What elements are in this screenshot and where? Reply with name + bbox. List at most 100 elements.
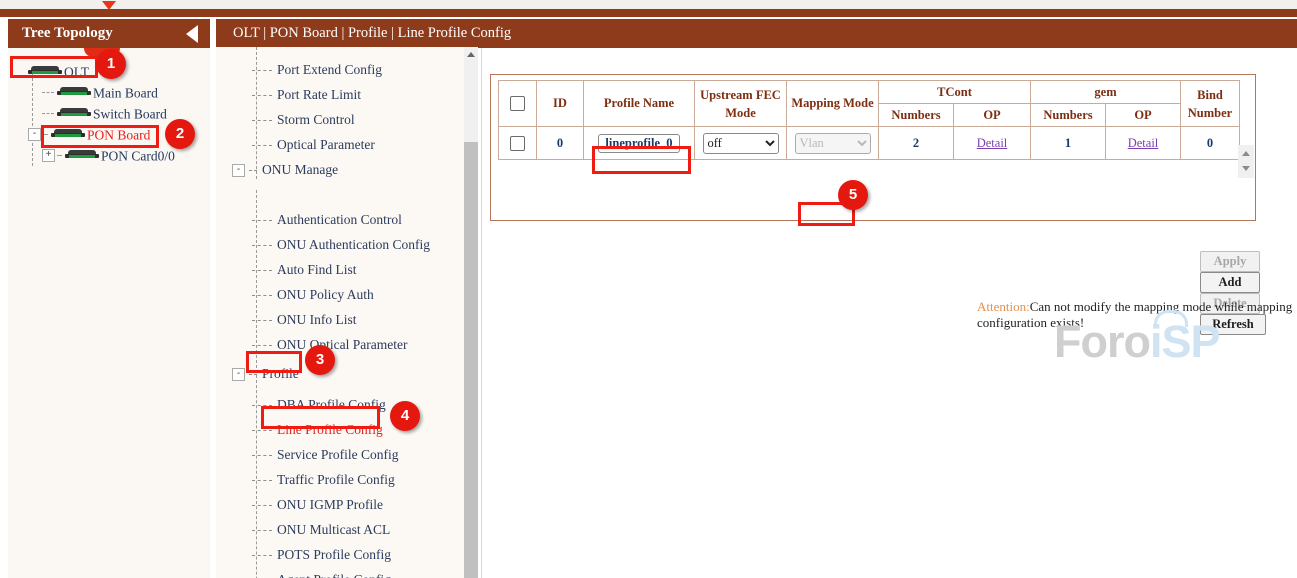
menu-item-onu-manage[interactable]: - ONU Manage [216,157,476,182]
select-all-checkbox[interactable] [510,96,525,111]
table-row-scrollbar[interactable] [1238,145,1254,178]
menu-item-port-rate-limit[interactable]: Port Rate Limit [216,82,476,107]
attention-prefix: Attention: [977,299,1030,314]
annotation-badge-5: 5 [838,180,868,210]
tree-branch-icon [249,374,257,375]
menu-item-label: Traffic Profile Config [277,472,395,487]
device-board-icon [57,87,91,98]
scroll-up-icon[interactable] [467,52,475,57]
add-button[interactable]: Add [1200,272,1260,293]
annotation-highlight-profile [246,351,302,373]
column-header-mapping-mode: Mapping Mode [787,81,879,127]
menu-item-onu-igmp-profile[interactable]: ONU IGMP Profile [216,492,476,517]
tree-branch-icon [57,155,62,156]
menu-item-label: POTS Profile Config [277,547,391,562]
tree-node-label: PON Card0/0 [101,148,175,163]
expand-expander-icon[interactable]: + [42,149,55,162]
tree-branch-icon [252,320,272,321]
tree-branch-icon [252,145,272,146]
collapse-expander-icon[interactable]: - [232,164,245,177]
annotation-badge-2: 2 [165,119,195,149]
menu-item-label: ONU Optical Parameter [277,337,407,352]
annotation-highlight-line-profile-config [261,406,380,429]
top-strip [0,0,1297,9]
tree-node-label: Switch Board [93,106,167,121]
tree-branch-icon [252,270,272,271]
tree-topology-sidebar: Tree Topology OLT Main Board Switch Boar… [8,19,210,578]
row-select-cell [499,127,537,160]
menu-item-authentication-control[interactable]: Authentication Control [216,207,476,232]
menu-item-label: ONU IGMP Profile [277,497,383,512]
table-header-row-1: ID Profile Name Upstream FEC Mode Mappin… [499,81,1240,104]
menu-item-label: Storm Control [277,112,355,127]
cell-gem-op: Detail [1106,127,1181,160]
menu-item-service-profile-config[interactable]: Service Profile Config [216,442,476,467]
menu-item-optical-parameter[interactable]: Optical Parameter [216,132,476,157]
menu-item-label: Port Rate Limit [277,87,361,102]
menu-scrollbar[interactable] [464,47,478,578]
menu-item-storm-control[interactable]: Storm Control [216,107,476,132]
menu-item-label: ONU Manage [262,162,338,177]
tcont-detail-link[interactable]: Detail [977,136,1008,150]
annotation-badge-1: 1 [96,49,126,79]
menu-item-onu-info-list[interactable]: ONU Info List [216,307,476,332]
menu-item-pots-profile-config[interactable]: POTS Profile Config [216,542,476,567]
menu-item-spacer [216,182,476,207]
cell-gem-numbers: 1 [1031,127,1106,160]
column-header-profile-name: Profile Name [584,81,695,127]
menu-item-agent-profile-config[interactable]: Agent Profile Config [216,567,476,578]
cell-upstream-fec-mode: off [695,127,787,160]
menu-item-port-extend-config[interactable]: Port Extend Config [216,57,476,82]
collapse-expander-icon[interactable]: - [28,128,41,141]
breadcrumb-text: OLT | PON Board | Profile | Line Profile… [233,25,511,41]
menu-item-onu-authentication-config[interactable]: ONU Authentication Config [216,232,476,257]
tree-branch-icon [252,245,272,246]
annotation-highlight-profile-name [592,146,691,174]
cell-tcont-numbers: 2 [879,127,954,160]
menu-item-label: Auto Find List [277,262,357,277]
menu-item-label: Service Profile Config [277,447,398,462]
column-header-tcont-op: OP [954,104,1031,127]
down-arrow-icon [102,1,116,10]
upstream-fec-mode-select[interactable]: off [703,133,779,154]
navigation-menu-panel: Port Extend Config Port Rate Limit Storm… [216,47,476,578]
menu-item-onu-multicast-acl[interactable]: ONU Multicast ACL [216,517,476,542]
tree-branch-icon [252,220,272,221]
annotation-highlight-pon-board [41,125,159,148]
column-group-header-gem: gem [1031,81,1181,104]
tree-branch-icon [252,95,272,96]
scrollbar-thumb[interactable] [464,142,478,578]
watermark-arc-icon [1154,310,1188,327]
menu-item-label: Authentication Control [277,212,402,227]
scroll-up-icon[interactable] [1242,151,1250,156]
select-all-header [499,81,537,127]
menu-item-traffic-profile-config[interactable]: Traffic Profile Config [216,467,476,492]
tree-branch-icon [249,170,257,171]
gem-detail-link[interactable]: Detail [1128,136,1159,150]
collapse-left-icon[interactable] [186,25,198,43]
menu-item-onu-policy-auth[interactable]: ONU Policy Auth [216,282,476,307]
tree-node-main-board[interactable]: Main Board [18,81,210,102]
scroll-down-icon[interactable] [1242,166,1250,171]
menu-item-auto-find-list[interactable]: Auto Find List [216,257,476,282]
top-accent-bar [0,9,1297,17]
menu-item-label: ONU Multicast ACL [277,522,390,537]
mapping-mode-select[interactable]: Vlan [795,133,871,154]
menu-item-label: ONU Policy Auth [277,287,374,302]
menu-item-label: ONU Authentication Config [277,237,430,252]
tree-node-label: Main Board [93,85,158,100]
column-header-upstream-fec-mode: Upstream FEC Mode [695,81,787,127]
row-checkbox[interactable] [510,136,525,151]
foroisp-watermark: ForoiSP [1054,316,1254,368]
watermark-part1: Foro [1054,316,1150,367]
tree-branch-icon [252,120,272,121]
sidebar-title: Tree Topology [22,25,113,41]
device-board-icon [57,108,91,119]
cell-id: 0 [537,127,584,160]
apply-button[interactable]: Apply [1200,251,1260,272]
sidebar-header: Tree Topology [8,19,210,48]
tree-branch-icon [252,555,272,556]
breadcrumb: OLT | PON Board | Profile | Line Profile… [216,19,1297,48]
tree-branch-icon [252,505,272,506]
collapse-expander-icon[interactable]: - [232,368,245,381]
